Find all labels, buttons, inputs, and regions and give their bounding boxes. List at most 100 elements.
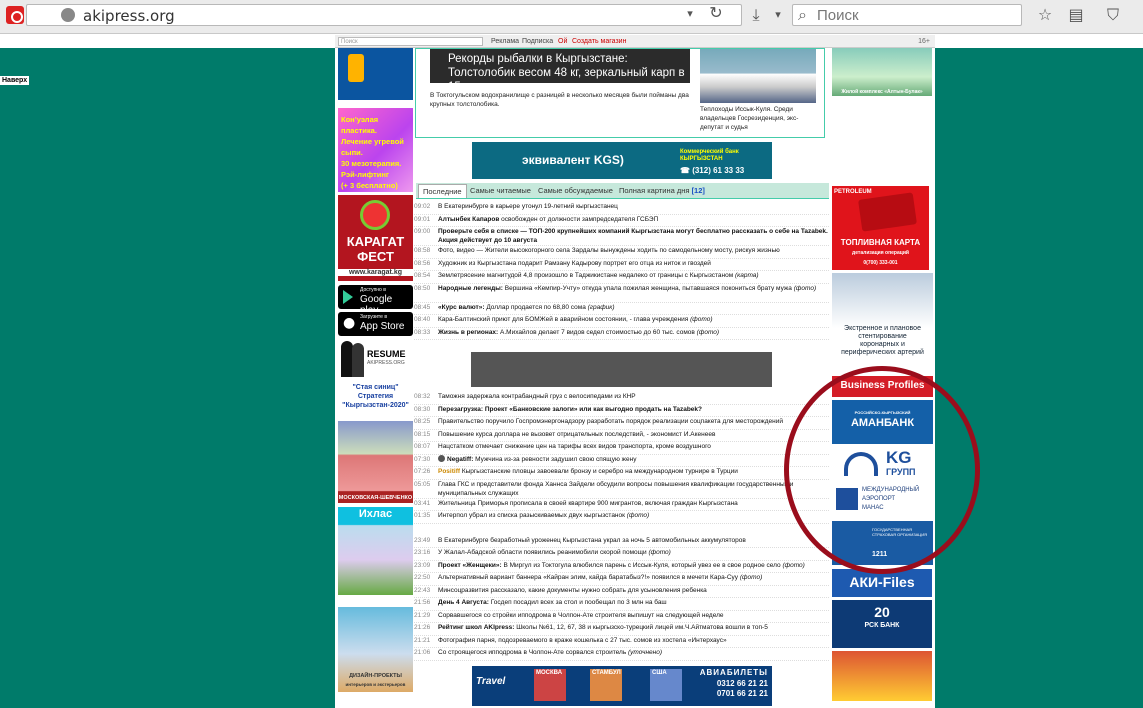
news-headline[interactable]: освобожден от должности зампредседателя …	[499, 216, 658, 223]
site-search-input[interactable]: Поиск	[338, 37, 483, 46]
news-headline[interactable]: Глава ГКС и представители фонда Ханнса З…	[438, 481, 793, 497]
news-item[interactable]: 08:58 Фото, видео — Жители высокогорного …	[414, 246, 829, 259]
ad-medical-stenting[interactable]: Экстренное и плановое стентирование коро…	[832, 273, 933, 365]
app-store-badge[interactable]: ● Загрузите в App Store	[338, 312, 413, 336]
news-headline[interactable]: Кара-Балтинский приют для БОМЖей в авари…	[438, 316, 690, 323]
news-headline[interactable]: Жительница Приморья прописала в своей кв…	[438, 500, 738, 507]
news-headline[interactable]: Интерпол убрал из списка разыскиваемых д…	[438, 512, 627, 519]
news-item[interactable]: 21:26 Рейтинг школ AKIpress: Школы №61, 1…	[414, 623, 829, 636]
bookmark-star-icon[interactable]: ☆	[1034, 5, 1056, 25]
news-rubric[interactable]: «Курс валют»:	[438, 304, 485, 311]
site-favicon-icon[interactable]	[6, 6, 24, 24]
featured-title[interactable]: Рекорды рыбалки в Кыргызстане: Толстолоб…	[448, 52, 698, 94]
news-headline[interactable]: Повышение курса доллара не вызовет отриц…	[438, 431, 715, 438]
google-play-badge[interactable]: Доступно в Google play	[338, 285, 413, 309]
ad-moskovskaya[interactable]: МОСКОВСКАЯ-ШЕВЧЕНКО	[338, 421, 413, 503]
news-headline[interactable]: В Екатеринбурге в карьере утонул 19-летн…	[438, 203, 618, 210]
news-item[interactable]: 08:33 Жизнь в регионах: А.Михайлов делает…	[414, 328, 829, 340]
news-rubric[interactable]: Negatiff:	[447, 456, 473, 463]
ad-kyrgyz-promo[interactable]	[832, 651, 932, 701]
news-headline[interactable]: Мужчина из-за ревности задушил свою спящ…	[473, 456, 636, 463]
news-item[interactable]: 22:50 Альтернативный вариант баннера «Кай…	[414, 573, 829, 586]
news-headline[interactable]: Нацстатком отмечает снижение цен на тари…	[438, 443, 711, 450]
news-item[interactable]: 08:45 «Курс валют»: Доллар продается по 6…	[414, 303, 829, 315]
news-item[interactable]: 08:30 Перезагрузка: Проект «Банковские за…	[414, 405, 829, 417]
news-item[interactable]: 09:01 Алтынбек Капаров освобожден от долж…	[414, 215, 829, 227]
news-item[interactable]: 09:00 Проверьте себя в списке — ТОП-200 к…	[414, 227, 829, 246]
news-headline[interactable]: Таможня задержала контрабандный груз с в…	[438, 393, 636, 400]
tab-latest[interactable]: Последние	[418, 184, 467, 198]
news-item[interactable]: 01:35 Интерпол убрал из списка разыскивае…	[414, 511, 829, 524]
news-headline[interactable]: Со строящегося ипподрома в Чолпон-Ате со…	[438, 649, 628, 656]
news-headline[interactable]: Школы №61, 12, 67, 38 и кыргызско-турецк…	[514, 624, 768, 631]
news-item[interactable]: 21:06 Со строящегося ипподрома в Чолпон-А…	[414, 648, 829, 661]
news-headline[interactable]: У Жалал-Абадской области появились реани…	[438, 549, 648, 556]
news-headline[interactable]: В Миргул из Токтогула влюбился парень с …	[502, 562, 783, 569]
news-item[interactable]: 23:49 В Екатеринбурге безработный урожене…	[414, 536, 829, 548]
ad-strategy-2020[interactable]: "Стая синиц" Стратегия "Кыргызстан-2020"	[338, 383, 413, 417]
news-headline[interactable]: Сорвавшегося со стройки ипподрома в Чолп…	[438, 612, 724, 619]
news-item[interactable]: 08:07 Нацстатком отмечает снижение цен на…	[414, 442, 829, 455]
browser-search-box[interactable]: ⌕ Поиск	[792, 4, 1022, 26]
news-item[interactable]: 23:16 У Жалал-Абадской области появились …	[414, 548, 829, 561]
link-oy[interactable]: Ой	[558, 38, 567, 45]
featured-image[interactable]: Рекорды рыбалки в Кыргызстане: Толстолоб…	[430, 49, 690, 93]
news-item[interactable]: 08:54 Землетрясение магнитудой 4,8 произо…	[414, 271, 829, 284]
news-headline[interactable]: Фотография парня, подозреваемого в краже…	[438, 637, 727, 644]
tab-most-read[interactable]: Самые читаемые	[470, 186, 531, 195]
news-rubric[interactable]: Рейтинг школ AKIpress:	[438, 624, 514, 631]
news-item[interactable]: 23:09 Проект «Женщеки»: В Миргул из Токто…	[414, 561, 829, 573]
news-item[interactable]: 08:25 Правительство поручило Госпромэнерг…	[414, 417, 829, 430]
news-item[interactable]: 08:50 Народные легенды: Вершина «Кемпир-У…	[414, 284, 829, 303]
news-item[interactable]: 09:02 В Екатеринбурге в карьере утонул 19…	[414, 202, 829, 215]
news-rubric[interactable]: Перезагрузка: Проект «Банковские залоги»…	[438, 406, 702, 413]
news-headline[interactable]: Альтернативный вариант баннера «Кайран э…	[438, 574, 740, 581]
news-rubric[interactable]: Проверьте себя в списке — ТОП-200 крупне…	[438, 228, 828, 244]
news-item[interactable]: 22:43 Минсоцразвития рассказало, какие до…	[414, 586, 829, 598]
news-item[interactable]: 21:56 День 4 Августа: Госдеп посадил всех…	[414, 598, 829, 611]
news-item[interactable]: 08:56 Художник из Кыргызстана подарит Рам…	[414, 259, 829, 271]
ad-rsk-bank[interactable]: 20 РСК БАНК	[832, 600, 932, 648]
news-item[interactable]: 08:32 Таможня задержала контрабандный гру…	[414, 392, 829, 405]
news-item[interactable]: 21:29 Сорвавшегося со стройки ипподрома в…	[414, 611, 829, 623]
news-headline[interactable]: Вершина «Кемпир-Учту» откуда упала пожил…	[503, 285, 794, 292]
news-rubric[interactable]: Алтынбек Капаров	[438, 216, 499, 223]
news-headline[interactable]: Правительство поручило Госпромэнергонадз…	[438, 418, 783, 425]
ad-altyn-bulak[interactable]: Жилой комплекс «Алтын-Булак»	[832, 48, 932, 96]
tab-full-day[interactable]: Полная картина дня [12]	[619, 186, 705, 195]
news-headline[interactable]: В Екатеринбурге безработный уроженец Кыр…	[438, 537, 746, 544]
ad-placeholder[interactable]	[471, 352, 772, 387]
dropdown-icon[interactable]: ▾	[679, 4, 701, 24]
ad-map-app[interactable]	[338, 48, 413, 100]
news-rubric[interactable]: Проект «Женщеки»:	[438, 562, 502, 569]
news-rubric[interactable]: День 4 Августа:	[438, 599, 489, 606]
featured-side-image[interactable]	[700, 49, 816, 103]
news-headline[interactable]: Художник из Кыргызстана подарит Рамзану …	[438, 260, 711, 267]
news-item[interactable]: 05:05 Глава ГКС и представители фонда Хан…	[414, 480, 829, 499]
news-rubric[interactable]: Жизнь в регионах:	[438, 329, 498, 336]
news-item[interactable]: 08:40 Кара-Балтинский приют для БОМЖей в …	[414, 315, 829, 328]
news-item[interactable]: 07:30 Negatiff: Мужчина из-за ревности за…	[414, 455, 829, 467]
news-headline[interactable]: Госдеп посадил всех за стол и пообещал п…	[489, 599, 667, 606]
news-headline[interactable]: А.Михайлов делает 7 видов седел стоимост…	[498, 329, 696, 336]
download-menu-icon[interactable]: ▾	[767, 5, 789, 25]
ad-ihlas[interactable]: Ихлас	[338, 507, 413, 595]
reload-icon[interactable]: ↻	[705, 3, 727, 23]
news-headline[interactable]: Доллар продается по 68,80 сома	[485, 304, 588, 311]
news-headline[interactable]: Минсоцразвития рассказало, какие докумен…	[438, 587, 707, 594]
ad-petroleum-card[interactable]: PETROLEUM ТОПЛИВНАЯ КАРТА детализация оп…	[832, 186, 929, 270]
download-icon[interactable]: ⤓	[745, 5, 767, 25]
featured-side-desc[interactable]: Теплоходы Иссык-Куля. Среди владельцев Г…	[700, 105, 820, 132]
link-advert[interactable]: Реклама	[491, 38, 519, 45]
news-rubric[interactable]: Народные легенды:	[438, 285, 503, 292]
news-item[interactable]: 08:15 Повышение курса доллара не вызовет …	[414, 430, 829, 442]
ad-travel-tickets[interactable]: Travel МОСКВА СТАМБУЛ США АВИАБИЛЕТЫ 031…	[472, 666, 772, 706]
ad-design-projects[interactable]: ДИЗАЙН-ПРОЕКТЫ интерьеров и экстерьеров	[338, 607, 413, 692]
ad-kgs-bank[interactable]: эквивалент KGS) Коммерческий банк КЫРГЫЗ…	[472, 142, 772, 179]
pocket-icon[interactable]: ⛉	[1102, 5, 1124, 25]
news-headline[interactable]: Землетрясение магнитудой 4,8 произошло в…	[438, 272, 735, 279]
tab-most-discussed[interactable]: Самые обсуждаемые	[538, 186, 613, 195]
ad-clinic[interactable]: Кон’уэлая пластика. Лечение угревой сыпи…	[338, 108, 413, 192]
ad-karagat-fest[interactable]: КАРАГАТ ФЕСТ www.karagat.kg	[338, 195, 413, 281]
news-item[interactable]: 03:41 Жительница Приморья прописала в сво…	[414, 499, 829, 511]
